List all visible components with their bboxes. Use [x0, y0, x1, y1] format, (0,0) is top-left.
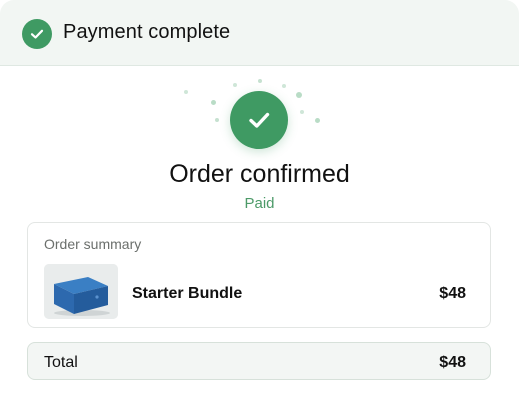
confetti-dot: [296, 92, 302, 98]
payment-status: Paid: [244, 195, 275, 212]
confetti-dot: [211, 100, 216, 105]
order-summary: Order summary Starter Bundle $48: [27, 222, 491, 328]
confetti-dot: [258, 79, 262, 83]
total-label: Total: [44, 354, 78, 371]
confetti-dot: [215, 118, 219, 122]
confirmation-title: Order confirmed: [169, 160, 350, 188]
header-title: Payment complete: [63, 21, 231, 43]
header: Payment complete: [0, 0, 519, 66]
check-circle-icon: [230, 91, 288, 149]
product-name: Starter Bundle: [132, 285, 243, 302]
product-price: $48: [439, 285, 466, 302]
order-summary-label: Order summary: [44, 236, 142, 252]
confetti-dot: [184, 90, 188, 94]
confetti-dot: [233, 83, 237, 87]
confetti-dot: [315, 118, 320, 123]
check-circle-icon: [22, 19, 52, 49]
confetti-dot: [300, 110, 304, 114]
product-box-image: [44, 264, 118, 319]
order-total: Total $48: [27, 342, 491, 380]
payment-card: Payment complete Order confirmed Paid Or…: [0, 0, 519, 397]
total-value: $48: [439, 354, 466, 371]
confetti-dot: [282, 84, 286, 88]
